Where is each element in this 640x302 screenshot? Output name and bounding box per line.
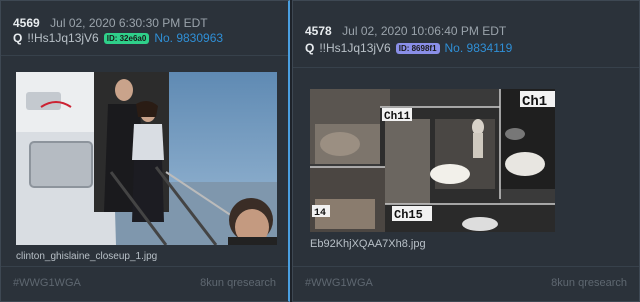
post-date: Jul 02, 2020 6:30:30 PM EDT: [50, 16, 208, 30]
post-header: 4578 Jul 02, 2020 10:06:40 PM EDT: [305, 22, 506, 40]
cctv-label-ch11: Ch11: [384, 111, 411, 123]
author-line: Q !!Hs1Jq13jV6 ID: 32e6a0 No. 9830963: [13, 31, 223, 45]
hashtag[interactable]: #WWG1WGA: [305, 277, 373, 289]
airplane-photo: [16, 72, 277, 245]
post-card-4578: 4578 Jul 02, 2020 10:06:40 PM EDT Q !!Hs1…: [292, 0, 640, 302]
post-link[interactable]: No. 9830963: [154, 31, 223, 45]
post-link[interactable]: No. 9834119: [445, 41, 513, 55]
id-badge[interactable]: ID: 8698f1: [395, 43, 440, 54]
cctv-label-14: 14: [314, 208, 326, 219]
tripcode: !!Hs1Jq13jV6: [319, 41, 391, 55]
cctv-label-ch1: Ch1: [522, 94, 547, 110]
post-number[interactable]: 4569: [13, 16, 40, 30]
post-image[interactable]: [16, 72, 277, 245]
id-badge[interactable]: ID: 32e6a0: [103, 33, 150, 44]
post-footer: #WWG1WGA 8kun qresearch: [1, 266, 288, 301]
author-name: Q: [305, 41, 315, 55]
board-name[interactable]: 8kun qresearch: [200, 277, 276, 289]
post-card-4569: 4569 Jul 02, 2020 6:30:30 PM EDT Q !!Hs1J…: [0, 0, 290, 302]
cctv-photo: Ch11 Ch1 14 Ch15: [310, 89, 555, 232]
post-date: Jul 02, 2020 10:06:40 PM EDT: [342, 24, 507, 38]
post-footer: #WWG1WGA 8kun qresearch: [293, 266, 639, 301]
divider: [1, 55, 288, 56]
divider: [293, 67, 639, 68]
tripcode: !!Hs1Jq13jV6: [27, 31, 99, 45]
post-image[interactable]: Ch11 Ch1 14 Ch15: [310, 89, 555, 232]
image-filename[interactable]: Eb92KhjXQAA7Xh8.jpg: [310, 238, 426, 250]
hashtag[interactable]: #WWG1WGA: [13, 277, 81, 289]
board-name[interactable]: 8kun qresearch: [551, 277, 627, 289]
post-number[interactable]: 4578: [305, 24, 332, 38]
author-line: Q !!Hs1Jq13jV6 ID: 8698f1 No. 9834119: [305, 41, 512, 55]
post-header: 4569 Jul 02, 2020 6:30:30 PM EDT: [13, 14, 208, 32]
cctv-label-ch15: Ch15: [394, 208, 423, 222]
author-name: Q: [13, 31, 23, 45]
image-filename[interactable]: clinton_ghislaine_closeup_1.jpg: [16, 251, 157, 262]
